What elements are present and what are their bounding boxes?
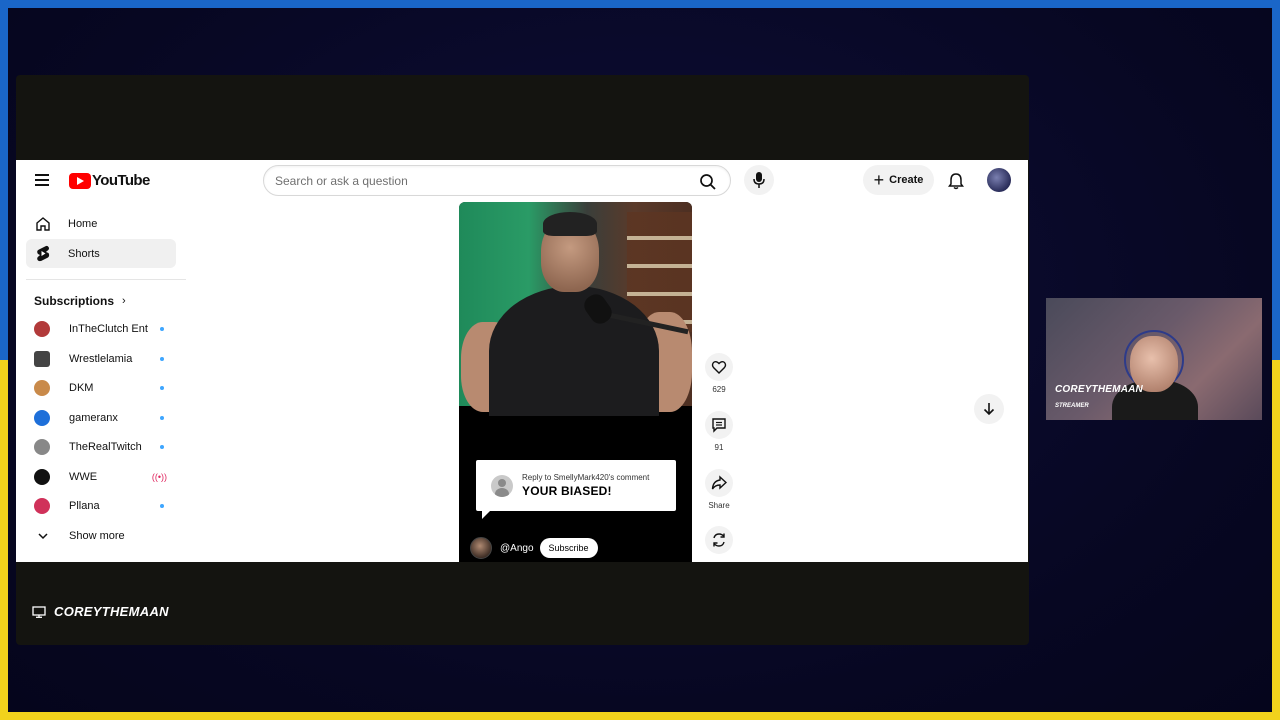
share-button[interactable] [705, 469, 733, 497]
stream-caption: COREYTHEMAAN [32, 604, 169, 619]
youtube-logo[interactable]: YouTube [69, 172, 150, 189]
reply-to-text: Reply to SmellyMark420's comment [522, 473, 650, 482]
comment-action: 91 [699, 411, 739, 452]
youtube-play-icon [69, 172, 91, 189]
sidebar-divider [26, 279, 186, 280]
subscriptions-heading[interactable]: Subscriptions › [34, 294, 126, 308]
chevron-down-icon [34, 528, 51, 545]
new-content-dot [160, 504, 164, 508]
subscription-label: Wrestlelamia [69, 353, 133, 365]
short-channel-row: @Ango Subscribe [470, 537, 598, 559]
monitor-icon [32, 605, 46, 618]
heart-icon [711, 361, 727, 374]
video-person-body [489, 286, 659, 416]
create-label: Create [889, 174, 924, 186]
subscription-item[interactable]: Pllana [26, 493, 176, 519]
comment-reply-card: Reply to SmellyMark420's comment YOUR BI… [476, 460, 676, 519]
new-content-dot [160, 357, 164, 361]
webcam-role: STREAMER [1055, 403, 1089, 409]
notifications-bell-icon[interactable] [946, 171, 966, 191]
subscription-label: DKM [69, 382, 94, 394]
comments-button[interactable] [705, 411, 733, 439]
subscription-item[interactable]: TheRealTwitch [26, 434, 176, 460]
webcam-overlay: COREYTHEMAAN STREAMER [1046, 298, 1262, 420]
share-label: Share [708, 501, 730, 510]
channel-avatar [34, 380, 50, 396]
subscription-item[interactable]: gameranx [26, 405, 176, 431]
new-content-dot [160, 445, 164, 449]
next-short-button[interactable] [974, 394, 1004, 424]
webcam-name: COREYTHEMAAN [1055, 384, 1143, 395]
sidebar-item-label: Home [68, 217, 98, 230]
search-box [263, 165, 731, 196]
like-button[interactable] [705, 353, 733, 381]
subscribe-button[interactable]: Subscribe [539, 538, 598, 558]
subscription-label: TheRealTwitch [69, 441, 142, 453]
subscription-item[interactable]: DKM [26, 375, 176, 401]
channel-avatar [34, 410, 50, 426]
masthead: YouTube + Create [16, 160, 1028, 202]
channel-avatar [34, 321, 50, 337]
subscription-label: WWE [69, 471, 98, 483]
subscription-item[interactable]: WWE ((•)) [26, 464, 176, 490]
sidebar-item-label: Shorts [68, 247, 100, 260]
plus-icon: + [873, 170, 885, 190]
commenter-avatar [491, 474, 513, 497]
share-icon [711, 475, 727, 490]
comment-icon [712, 418, 726, 433]
new-content-dot [160, 327, 164, 331]
subscription-item[interactable]: InTheClutch Ent [26, 316, 176, 342]
channel-avatar[interactable] [470, 537, 492, 559]
youtube-wordmark: YouTube [92, 172, 150, 189]
subscriptions-title: Subscriptions [34, 294, 115, 308]
microphone-icon [753, 172, 765, 188]
live-broadcast-icon: ((•)) [151, 472, 167, 482]
short-video-player[interactable]: Reply to SmellyMark420's comment YOUR BI… [459, 202, 692, 562]
arrow-down-icon [983, 403, 995, 416]
subscription-item[interactable]: Wrestlelamia [26, 346, 176, 372]
new-content-dot [160, 416, 164, 420]
remix-button[interactable] [705, 526, 733, 554]
show-more-label: Show more [69, 530, 125, 542]
subscription-label: InTheClutch Ent [69, 323, 148, 335]
like-count: 629 [712, 385, 726, 394]
search-icon[interactable] [698, 172, 718, 192]
channel-avatar [34, 351, 50, 367]
account-avatar[interactable] [987, 168, 1011, 192]
like-action: 629 [699, 353, 739, 394]
menu-icon[interactable] [35, 174, 49, 186]
sidebar: Home Shorts Subscriptions › InTheClutch … [16, 202, 186, 562]
remix-action [699, 526, 739, 554]
subscription-label: Pllana [69, 500, 100, 512]
channel-handle[interactable]: @Ango [500, 543, 534, 554]
voice-search-button[interactable] [744, 165, 774, 195]
home-icon [34, 215, 51, 232]
sidebar-item-shorts[interactable]: Shorts [26, 239, 176, 268]
channel-avatar [34, 498, 50, 514]
subscription-label: gameranx [69, 412, 118, 424]
chevron-right-icon: › [122, 295, 126, 307]
remix-icon [713, 533, 725, 547]
show-more-button[interactable]: Show more [26, 523, 176, 549]
youtube-window: YouTube + Create Home [16, 160, 1028, 562]
sidebar-item-home[interactable]: Home [26, 209, 176, 238]
create-button[interactable]: + Create [863, 165, 934, 195]
shorts-icon [34, 245, 51, 262]
video-frame [459, 202, 692, 416]
share-action: Share [699, 469, 739, 510]
comment-count: 91 [714, 443, 724, 452]
channel-avatar [34, 469, 50, 485]
caption-text: COREYTHEMAAN [54, 604, 169, 619]
reply-comment-text: YOUR BIASED! [522, 484, 612, 498]
channel-avatar [34, 439, 50, 455]
search-input[interactable] [275, 174, 675, 188]
new-content-dot [160, 386, 164, 390]
video-person-hair [543, 212, 597, 236]
